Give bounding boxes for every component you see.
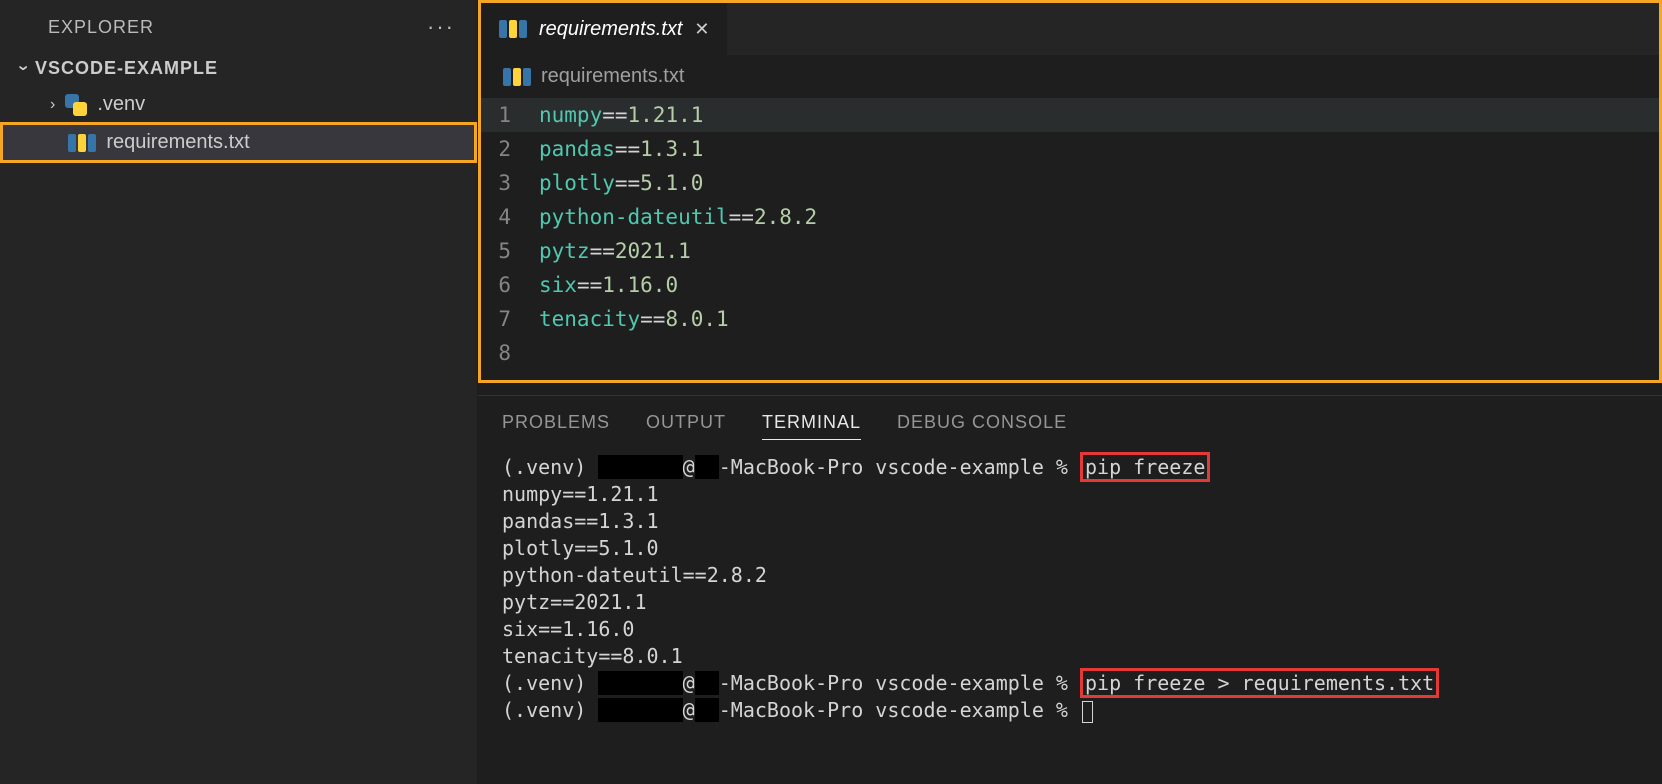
explorer-title: EXPLORER [48, 17, 154, 38]
highlighted-command: pip freeze > requirements.txt [1080, 668, 1439, 698]
terminal-output[interactable]: (.venv) xxxxxxx@xx-MacBook-Pro vscode-ex… [478, 450, 1662, 728]
code-text: six==1.16.0 [539, 273, 678, 297]
line-number: 1 [481, 103, 539, 127]
code-editor[interactable]: 1numpy==1.21.12pandas==1.3.13plotly==5.1… [481, 98, 1659, 380]
tree-item-label: .venv [97, 93, 145, 116]
editor-line[interactable]: 4python-dateutil==2.8.2 [481, 200, 1659, 234]
tab-bar: requirements.txt ✕ [481, 3, 1659, 55]
panel-tabs: PROBLEMS OUTPUT TERMINAL DEBUG CONSOLE [478, 396, 1662, 450]
editor-line[interactable]: 2pandas==1.3.1 [481, 132, 1659, 166]
code-text: plotly==5.1.0 [539, 171, 703, 195]
close-icon[interactable]: ✕ [694, 19, 709, 40]
breadcrumb[interactable]: requirements.txt [481, 55, 1659, 98]
redacted-host: xx [695, 671, 719, 695]
workspace-folder[interactable]: › VSCODE-EXAMPLE [0, 50, 477, 87]
tree-item-venv[interactable]: › .venv [0, 87, 477, 122]
terminal-line: python-dateutil==2.8.2 [502, 562, 1638, 589]
pip-icon [499, 20, 527, 38]
editor-highlight: requirements.txt ✕ requirements.txt 1num… [478, 0, 1662, 383]
code-text: numpy==1.21.1 [539, 103, 703, 127]
terminal-line: pytz==2021.1 [502, 589, 1638, 616]
explorer-sidebar: EXPLORER ··· › VSCODE-EXAMPLE › .venv › … [0, 0, 478, 784]
terminal-line: tenacity==8.0.1 [502, 643, 1638, 670]
highlighted-command: pip freeze [1080, 452, 1210, 482]
terminal-line: numpy==1.21.1 [502, 481, 1638, 508]
workspace-folder-label: VSCODE-EXAMPLE [35, 58, 218, 79]
redacted-user: xxxxxxx [598, 671, 682, 695]
tree-item-label: requirements.txt [106, 131, 249, 154]
editor-line[interactable]: 3plotly==5.1.0 [481, 166, 1659, 200]
tab-debug-console[interactable]: DEBUG CONSOLE [897, 412, 1067, 440]
code-text: tenacity==8.0.1 [539, 307, 729, 331]
code-text: pytz==2021.1 [539, 239, 691, 263]
explorer-more-icon[interactable]: ··· [427, 14, 455, 40]
terminal-line: six==1.16.0 [502, 616, 1638, 643]
tab-requirements[interactable]: requirements.txt ✕ [481, 3, 727, 55]
editor-line[interactable]: 1numpy==1.21.1 [481, 98, 1659, 132]
line-number: 4 [481, 205, 539, 229]
tab-terminal[interactable]: TERMINAL [762, 412, 861, 440]
chevron-right-icon: › [50, 96, 55, 114]
line-number: 5 [481, 239, 539, 263]
pip-icon [503, 68, 531, 86]
editor-line[interactable]: 5pytz==2021.1 [481, 234, 1659, 268]
bottom-panel: PROBLEMS OUTPUT TERMINAL DEBUG CONSOLE (… [478, 395, 1662, 784]
editor-line[interactable]: 8 [481, 336, 1659, 370]
line-number: 7 [481, 307, 539, 331]
redacted-host: xx [695, 698, 719, 722]
main-area: requirements.txt ✕ requirements.txt 1num… [478, 0, 1662, 784]
terminal-line: (.venv) xxxxxxx@xx-MacBook-Pro vscode-ex… [502, 697, 1638, 724]
redacted-host: xx [695, 455, 719, 479]
line-number: 2 [481, 137, 539, 161]
code-text: pandas==1.3.1 [539, 137, 703, 161]
tab-problems[interactable]: PROBLEMS [502, 412, 610, 440]
python-icon [65, 94, 87, 116]
editor-line[interactable]: 7tenacity==8.0.1 [481, 302, 1659, 336]
terminal-line: plotly==5.1.0 [502, 535, 1638, 562]
editor-line[interactable]: 6six==1.16.0 [481, 268, 1659, 302]
tab-label: requirements.txt [539, 18, 682, 41]
terminal-line: pandas==1.3.1 [502, 508, 1638, 535]
chevron-down-icon: › [13, 65, 34, 72]
breadcrumb-label: requirements.txt [541, 65, 684, 88]
redacted-user: xxxxxxx [598, 698, 682, 722]
line-number: 8 [481, 341, 539, 365]
tree-item-requirements[interactable]: › requirements.txt [0, 122, 477, 163]
pip-icon [68, 134, 96, 152]
explorer-header: EXPLORER ··· [0, 0, 477, 50]
terminal-line: (.venv) xxxxxxx@xx-MacBook-Pro vscode-ex… [502, 670, 1638, 697]
line-number: 6 [481, 273, 539, 297]
tab-output[interactable]: OUTPUT [646, 412, 726, 440]
redacted-user: xxxxxxx [598, 455, 682, 479]
code-text: python-dateutil==2.8.2 [539, 205, 817, 229]
cursor-icon [1082, 701, 1093, 723]
terminal-line: (.venv) xxxxxxx@xx-MacBook-Pro vscode-ex… [502, 454, 1638, 481]
line-number: 3 [481, 171, 539, 195]
